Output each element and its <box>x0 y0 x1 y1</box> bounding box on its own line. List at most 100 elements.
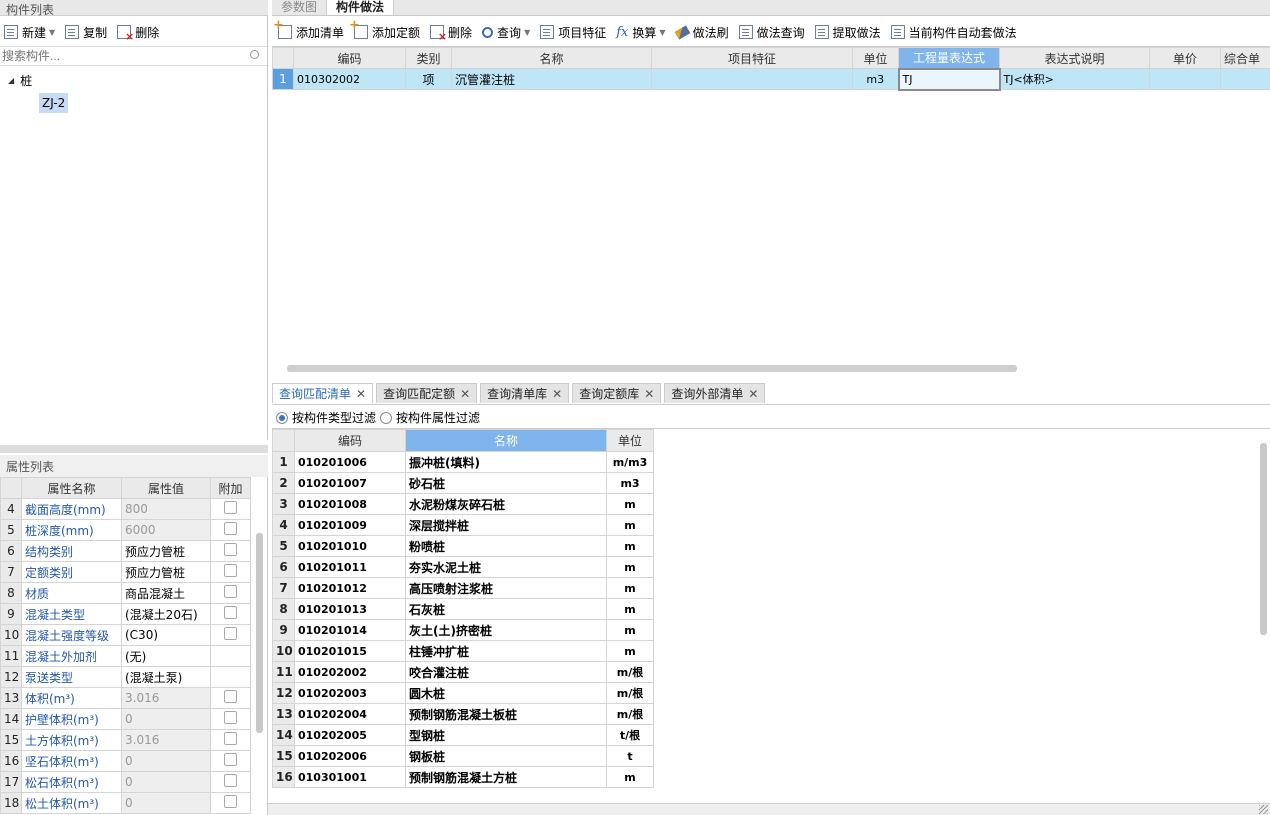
cell-name[interactable]: 沉管灌注桩 <box>451 68 652 90</box>
cell-name[interactable]: 柱锤冲扩桩 <box>405 640 607 662</box>
property-extra[interactable] <box>210 708 251 730</box>
convert-button[interactable]: fx 换算 ▼ <box>616 24 665 41</box>
cell-unit[interactable]: m <box>606 766 654 788</box>
property-extra[interactable] <box>210 729 251 751</box>
cell-unit[interactable]: t <box>606 745 654 767</box>
property-value[interactable]: (C30) <box>121 624 211 646</box>
table-row[interactable]: 7 010201012 高压喷射注浆桩 m <box>272 577 654 599</box>
cell-code[interactable]: 010202004 <box>294 703 406 725</box>
property-extra[interactable] <box>210 561 251 583</box>
cell-code[interactable]: 010201008 <box>294 493 406 515</box>
property-row[interactable]: 17 松石体积(m³) 0 <box>0 771 251 793</box>
cell-feature[interactable] <box>651 68 853 90</box>
table-row[interactable]: 11 010202002 咬合灌注桩 m/根 <box>272 661 654 683</box>
tree-expand-icon[interactable]: ◢ <box>8 76 14 85</box>
cell-code[interactable]: 010201009 <box>294 514 406 536</box>
property-row[interactable]: 4 截面高度(mm) 800 <box>0 498 251 520</box>
query-tab-1[interactable]: 查询匹配定额 ✕ <box>376 383 478 403</box>
extract-method-button[interactable]: 提取做法 <box>814 24 881 41</box>
table-row[interactable]: 14 010202005 型钢桩 t/根 <box>272 724 654 746</box>
cell-name[interactable]: 水泥粉煤灰碎石桩 <box>405 493 607 515</box>
cell-name[interactable]: 粉喷桩 <box>405 535 607 557</box>
cell-unit[interactable]: m/根 <box>606 661 654 683</box>
tab-component-method[interactable]: 构件做法 <box>326 0 395 15</box>
cell-code[interactable]: 010201015 <box>294 640 406 662</box>
cell-unit[interactable]: m <box>606 514 654 536</box>
checkbox-icon[interactable] <box>224 606 237 619</box>
cell-unit[interactable]: m3 <box>852 68 899 90</box>
close-icon[interactable]: ✕ <box>356 387 366 401</box>
query-button[interactable]: 查询 ▼ <box>482 24 530 41</box>
property-row[interactable]: 6 结构类别 预应力管桩 <box>0 540 251 562</box>
chevron-down-icon[interactable]: ▼ <box>659 28 665 37</box>
property-value[interactable]: 3.016 <box>121 687 211 709</box>
vertical-scrollbar[interactable] <box>1260 443 1267 635</box>
property-row[interactable]: 10 混凝土强度等级 (C30) <box>0 624 251 646</box>
cell-unit[interactable]: m <box>606 640 654 662</box>
method-brush-button[interactable]: 做法刷 <box>674 24 729 41</box>
resize-grip-icon[interactable] <box>1259 805 1268 814</box>
splitter[interactable] <box>0 445 268 453</box>
cell-unit[interactable]: m <box>606 598 654 620</box>
table-row[interactable]: 12 010202003 圆木桩 m/根 <box>272 682 654 704</box>
table-row[interactable]: 1 010302002 项 沉管灌注桩 m3 TJ TJ<体积> <box>272 67 1270 91</box>
cell-expr[interactable]: TJ <box>897 67 1001 91</box>
property-value[interactable]: 0 <box>121 792 211 814</box>
cell-code[interactable]: 010201012 <box>294 577 406 599</box>
checkbox-icon[interactable] <box>224 690 237 703</box>
item-feature-button[interactable]: 项目特征 <box>540 24 606 41</box>
query-tab-0[interactable]: 查询匹配清单 ✕ <box>272 383 374 403</box>
auto-apply-button[interactable]: 当前构件自动套做法 <box>890 24 1017 41</box>
cell-name[interactable]: 高压喷射注浆桩 <box>405 577 607 599</box>
cell-name[interactable]: 预制钢筋混凝土板桩 <box>405 703 607 725</box>
search-input[interactable] <box>0 47 240 65</box>
property-row[interactable]: 16 坚石体积(m³) 0 <box>0 750 251 772</box>
cell-name[interactable]: 夯实水泥土桩 <box>405 556 607 578</box>
search-icon[interactable] <box>250 50 259 59</box>
checkbox-icon[interactable] <box>224 564 237 577</box>
property-row[interactable]: 18 松土体积(m³) 0 <box>0 792 251 814</box>
method-query-button[interactable]: 做法查询 <box>738 24 805 41</box>
close-icon[interactable]: ✕ <box>460 387 470 401</box>
query-tab-4[interactable]: 查询外部清单 ✕ <box>664 383 766 403</box>
cell-code[interactable]: 010201014 <box>294 619 406 641</box>
property-extra[interactable] <box>210 771 251 793</box>
cell-price[interactable] <box>1149 68 1221 90</box>
add-list-button[interactable]: 添加清单 <box>273 18 344 41</box>
table-row[interactable]: 13 010202004 预制钢筋混凝土板桩 m/根 <box>272 703 654 725</box>
cell-unit[interactable]: m/根 <box>606 703 654 725</box>
cell-name[interactable]: 预制钢筋混凝土方桩 <box>405 766 607 788</box>
tree-item-zj2[interactable]: ZJ-2 <box>39 93 69 113</box>
cell-name[interactable]: 型钢桩 <box>405 724 607 746</box>
horizontal-scrollbar[interactable] <box>287 365 1017 372</box>
checkbox-icon[interactable] <box>224 627 237 640</box>
property-row[interactable]: 7 定额类别 预应力管桩 <box>0 561 251 583</box>
table-row[interactable]: 16 010301001 预制钢筋混凝土方桩 m <box>272 766 654 788</box>
cell-code[interactable]: 010201006 <box>294 451 406 473</box>
property-value[interactable]: 商品混凝土 <box>121 582 211 604</box>
cell-unit[interactable]: m <box>606 619 654 641</box>
table-row[interactable]: 9 010201014 灰土(土)挤密桩 m <box>272 619 654 641</box>
cell-code[interactable]: 010301001 <box>294 766 406 788</box>
cell-code[interactable]: 010202005 <box>294 724 406 746</box>
table-row[interactable]: 5 010201010 粉喷桩 m <box>272 535 654 557</box>
property-extra[interactable] <box>210 624 251 646</box>
cell-code[interactable]: 010202003 <box>294 682 406 704</box>
checkbox-icon[interactable] <box>224 711 237 724</box>
property-value[interactable]: 3.016 <box>121 729 211 751</box>
property-value[interactable]: 800 <box>121 498 211 520</box>
copy-button[interactable]: 复制 <box>65 24 107 41</box>
checkbox-icon[interactable] <box>224 501 237 514</box>
cell-unit[interactable]: m/m3 <box>606 451 654 473</box>
properties-scrollbar[interactable] <box>256 533 263 733</box>
new-button[interactable]: 新建 ▼ <box>4 24 55 41</box>
property-row[interactable]: 12 泵送类型 (混凝土泵) <box>0 666 251 688</box>
property-value[interactable]: 预应力管桩 <box>121 561 211 583</box>
checkbox-icon[interactable] <box>224 774 237 787</box>
delete-button[interactable]: 删除 <box>117 24 159 43</box>
property-row[interactable]: 11 混凝土外加剂 (无) <box>0 645 251 667</box>
property-row[interactable]: 13 体积(m³) 3.016 <box>0 687 251 709</box>
cell-code[interactable]: 010201010 <box>294 535 406 557</box>
cell-name[interactable]: 圆木桩 <box>405 682 607 704</box>
filter-by-type-radio[interactable]: 按构件类型过滤 <box>276 409 376 426</box>
